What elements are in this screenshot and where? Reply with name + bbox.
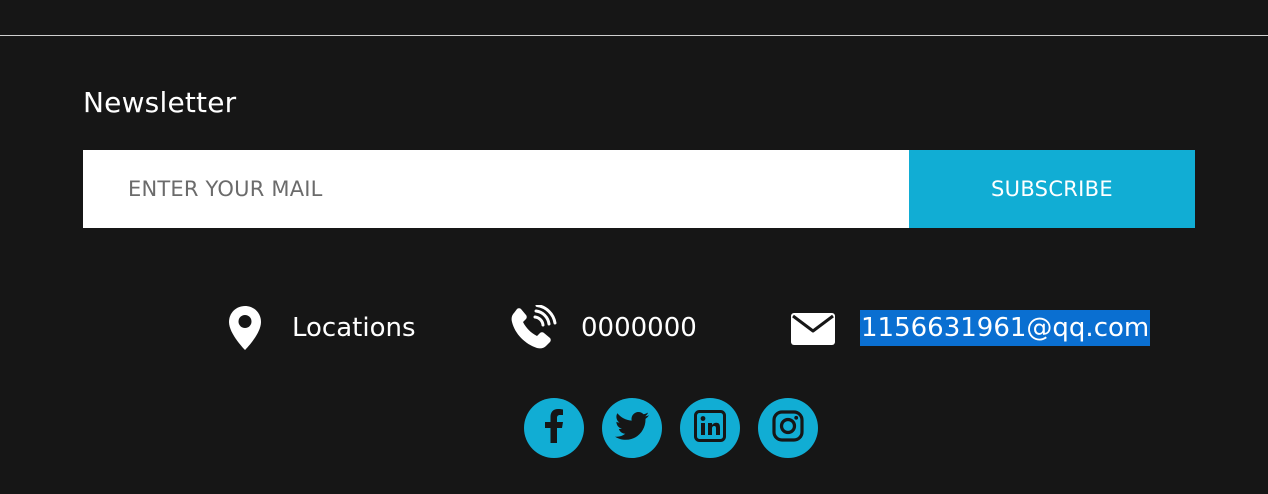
newsletter-title: Newsletter	[83, 86, 237, 119]
map-pin-icon	[228, 305, 262, 351]
envelope-icon	[790, 309, 836, 347]
linkedin-button[interactable]	[680, 398, 740, 458]
newsletter-form: SUBSCRIBE	[83, 150, 1195, 228]
social-links	[524, 398, 818, 458]
linkedin-icon	[694, 410, 726, 446]
footer-section: Newsletter SUBSCRIBE Locations 0000000	[0, 0, 1268, 494]
contact-email[interactable]: 1156631961@qq.com	[790, 305, 1151, 351]
facebook-icon	[545, 409, 563, 447]
email-input[interactable]	[83, 150, 909, 228]
instagram-icon	[772, 410, 804, 446]
location-text: Locations	[292, 313, 416, 343]
twitter-icon	[615, 412, 649, 444]
contact-phone[interactable]: 0000000	[509, 305, 697, 351]
facebook-button[interactable]	[524, 398, 584, 458]
twitter-button[interactable]	[602, 398, 662, 458]
email-text[interactable]: 1156631961@qq.com	[860, 310, 1151, 346]
phone-icon	[509, 305, 559, 351]
contact-location[interactable]: Locations	[228, 305, 416, 351]
subscribe-button[interactable]: SUBSCRIBE	[909, 150, 1195, 228]
top-divider	[0, 35, 1268, 36]
phone-text: 0000000	[581, 313, 697, 343]
instagram-button[interactable]	[758, 398, 818, 458]
